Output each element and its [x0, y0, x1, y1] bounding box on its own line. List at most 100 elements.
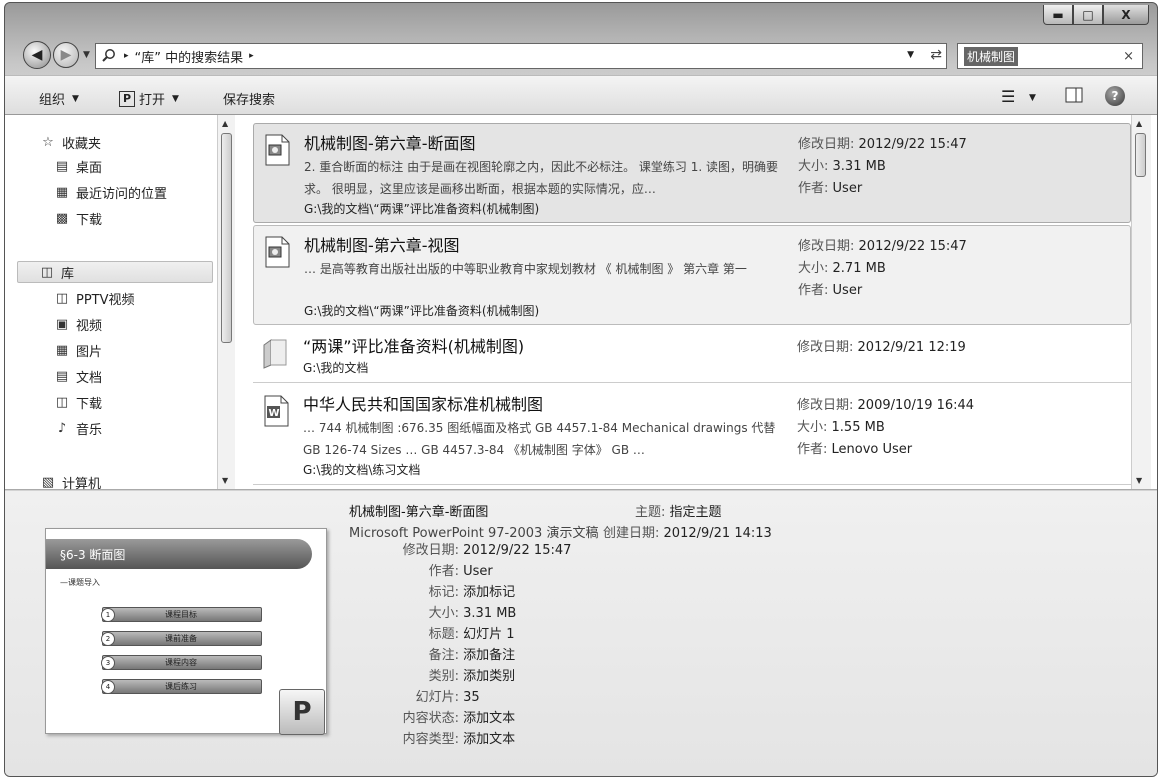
open-button[interactable]: P 打开 ▼	[119, 89, 179, 108]
size-value: 2.71 MB	[832, 261, 886, 276]
library-icon: ◫	[55, 394, 69, 410]
result-path: G:\我的文档\“两课”评比准备资料(机械制图)	[304, 304, 540, 318]
scroll-down-icon[interactable]: ▼	[1136, 476, 1142, 485]
result-path: G:\我的文档	[303, 361, 369, 375]
breadcrumb-arrow-icon[interactable]: ▸	[249, 51, 254, 61]
result-item[interactable]: W 中华人民共和国国家标准机械制图 … 744 机械制图 :676.35 图纸幅…	[253, 385, 1131, 485]
nav-videos[interactable]: ▣ 视频	[53, 313, 102, 335]
close-button[interactable]: X	[1103, 5, 1149, 25]
picture-icon: ▦	[55, 342, 69, 358]
created-key: 创建日期:	[603, 526, 660, 541]
breadcrumb-arrow-icon[interactable]: ▸	[124, 51, 129, 61]
details-row-tags[interactable]: 标记: 添加标记	[349, 583, 516, 603]
modified-value: 2009/10/19 16:44	[857, 398, 975, 413]
result-title[interactable]: 中华人民共和国国家标准机械制图	[303, 391, 543, 415]
slide-heading: §6-3 断面图	[46, 539, 312, 569]
nav-recent-places[interactable]: ▦ 最近访问的位置	[53, 181, 167, 203]
nav-desktop[interactable]: ▤ 桌面	[53, 155, 102, 177]
result-item[interactable]: 机械制图-第六章-断面图 2. 重合断面的标注 由于是画在视图轮廓之内，因此不必…	[253, 123, 1131, 223]
details-pane: §6-3 断面图 —课题导入 1 课程目标 2 课前准备 3 课程内容 4 课后练习 P…	[5, 491, 1157, 776]
author-key: 作者:	[798, 181, 829, 196]
result-title[interactable]: 机械制图-第六章-视图	[304, 232, 460, 256]
scroll-up-icon[interactable]: ▲	[222, 119, 228, 128]
star-icon: ☆	[42, 134, 54, 150]
nav-favorites[interactable]: ☆ 收藏夹	[39, 131, 101, 153]
address-row: ◀ ▶ ▼ ▸ “库” 中的搜索结果 ▸ ▼ ⇄ 机械制图 ×	[5, 37, 1157, 71]
forward-button[interactable]: ▶	[53, 42, 79, 68]
result-item[interactable]: “两课”评比准备资料(机械制图) G:\我的文档 修改日期: 2012/9/21…	[253, 327, 1131, 383]
nav-documents[interactable]: ▤ 文档	[53, 365, 102, 387]
organize-button[interactable]: 组织 ▼	[39, 89, 79, 108]
slide-button: 4 课后练习	[101, 679, 262, 694]
details-row-comments[interactable]: 备注: 添加备注	[349, 646, 516, 666]
modified-key: 修改日期:	[798, 239, 855, 254]
size-value: 3.31 MB	[832, 159, 886, 174]
nav-label: 图片	[76, 344, 103, 360]
modified-key: 修改日期:	[798, 137, 855, 152]
results-list: 机械制图-第六章-断面图 2. 重合断面的标注 由于是画在视图轮廓之内，因此不必…	[241, 115, 1131, 489]
clear-search-icon[interactable]: ×	[1123, 49, 1134, 64]
nav-label: 最近访问的位置	[76, 186, 168, 202]
details-row-author[interactable]: 作者: User	[349, 562, 493, 582]
details-row-modified: 修改日期: 2012/9/22 15:47	[402, 543, 572, 558]
scrollbar-thumb[interactable]	[1135, 133, 1146, 177]
change-view-icon[interactable]: ☰	[1001, 87, 1015, 106]
navigation-pane: ☆ 收藏夹 ▤ 桌面 ▦ 最近访问的位置 ▩ 下载 ◫ 库 ◫ PPTV视频 ▣…	[5, 115, 217, 492]
result-item[interactable]: 机械制图-第六章-视图 … 是高等教育出版社出版的中等职业教育中家规划教材 《 …	[253, 225, 1131, 325]
nav-scrollbar[interactable]: ▲ ▼	[217, 115, 235, 489]
details-row-category[interactable]: 类别: 添加类别	[349, 667, 516, 687]
back-button[interactable]: ◀	[23, 41, 51, 69]
nav-downloads[interactable]: ▩ 下载	[53, 207, 102, 229]
details-row-content-status[interactable]: 内容状态: 添加文本	[349, 709, 516, 729]
address-dropdown-icon[interactable]: ▼	[907, 50, 914, 60]
nav-library-downloads[interactable]: ◫ 下载	[53, 391, 102, 413]
nav-computer[interactable]: ▧ 计算机	[39, 471, 101, 493]
details-row-title[interactable]: 标题: 幻灯片 1	[349, 625, 515, 645]
scrollbar-thumb[interactable]	[221, 133, 232, 343]
preview-pane-icon[interactable]	[1065, 87, 1083, 107]
author-value: Lenovo User	[831, 442, 913, 457]
bullet-icon: 4	[101, 680, 115, 694]
modified-value: 2012/9/21 12:19	[857, 340, 966, 355]
nav-label: 桌面	[76, 160, 103, 176]
chevron-down-icon: ▼	[72, 93, 79, 104]
address-bar[interactable]: ▸ “库” 中的搜索结果 ▸ ▼ ⇄	[95, 43, 947, 69]
nav-label: 计算机	[62, 476, 102, 492]
minimize-button[interactable]: ▬	[1043, 5, 1073, 25]
search-term[interactable]: 机械制图	[964, 46, 1019, 66]
chevron-down-icon: ▼	[172, 93, 179, 104]
slide-subheading: —课题导入	[60, 578, 100, 587]
powerpoint-icon: P	[119, 90, 135, 107]
desktop-icon: ▤	[55, 158, 69, 174]
save-search-button[interactable]: 保存搜索	[223, 89, 275, 108]
refresh-icon[interactable]: ⇄	[930, 47, 942, 63]
details-subject[interactable]: 主题: 指定主题	[635, 501, 722, 520]
bullet-icon: 3	[101, 656, 115, 670]
maximize-button[interactable]: □	[1073, 5, 1103, 25]
recent-pages-dropdown[interactable]: ▼	[83, 50, 90, 60]
slide-button: 3 课程内容	[101, 655, 262, 670]
nav-label: 音乐	[76, 422, 103, 438]
explorer-window: ▬ □ X ◀ ▶ ▼ ▸ “库” 中的搜索结果 ▸ ▼ ⇄ 机械制图 × 组织…	[4, 2, 1158, 777]
view-dropdown-icon[interactable]: ▼	[1029, 93, 1036, 103]
scroll-down-icon[interactable]: ▼	[222, 476, 228, 485]
scroll-up-icon[interactable]: ▲	[1136, 119, 1142, 128]
nav-label: 库	[61, 266, 75, 282]
search-input[interactable]: 机械制图 ×	[957, 43, 1143, 69]
details-row-content-type[interactable]: 内容类型: 添加文本	[349, 730, 516, 750]
nav-pptv-videos[interactable]: ◫ PPTV视频	[53, 287, 135, 309]
result-path: G:\我的文档\“两课”评比准备资料(机械制图)	[304, 202, 540, 216]
nav-pictures[interactable]: ▦ 图片	[53, 339, 102, 361]
nav-music[interactable]: ♪ 音乐	[53, 417, 102, 439]
author-key: 作者:	[798, 283, 829, 298]
subject-value[interactable]: 指定主题	[670, 505, 722, 520]
breadcrumb-location[interactable]: “库” 中的搜索结果	[135, 47, 244, 66]
result-title[interactable]: 机械制图-第六章-断面图	[304, 130, 476, 154]
result-title[interactable]: “两课”评比准备资料(机械制图)	[303, 333, 524, 357]
author-key: 作者:	[797, 442, 828, 457]
organize-label: 组织	[39, 93, 66, 108]
results-scrollbar[interactable]: ▲ ▼	[1131, 115, 1151, 489]
help-icon[interactable]: ?	[1105, 86, 1125, 106]
nav-libraries[interactable]: ◫ 库	[17, 261, 213, 283]
word-document-icon: W	[264, 395, 289, 427]
